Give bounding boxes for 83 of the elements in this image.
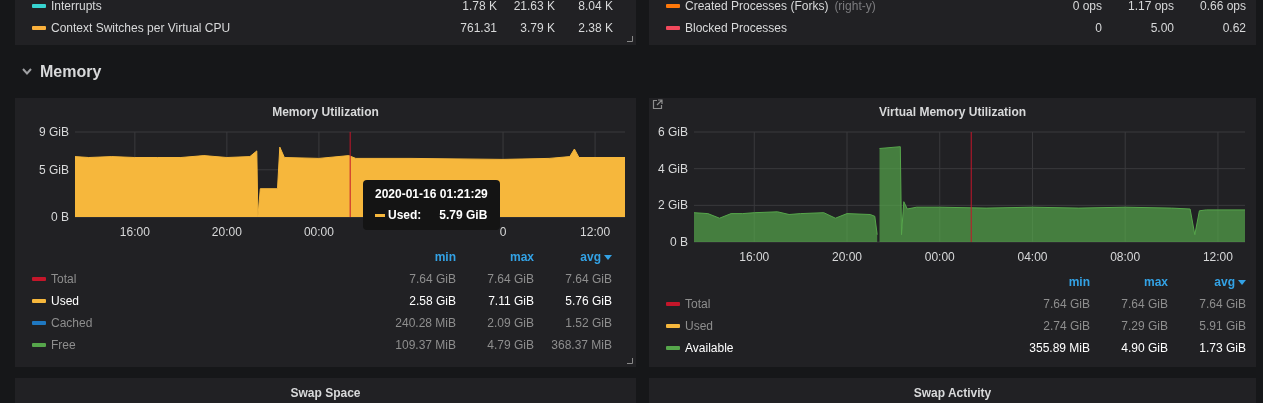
legend-value: 7.11 GiB <box>487 294 534 308</box>
axis-label: 4 GiB <box>658 161 688 176</box>
legend-value: 240.28 MiB <box>394 316 456 330</box>
series-name[interactable]: Free <box>51 338 76 352</box>
legend-value: 4.90 GiB <box>1120 341 1168 355</box>
tooltip-series: Used: <box>388 208 422 222</box>
column-header[interactable]: max <box>1090 275 1168 289</box>
column-header[interactable]: avg <box>534 250 612 264</box>
axis-label: 04:00 <box>1017 250 1048 264</box>
series-name[interactable]: Used <box>685 319 713 333</box>
legend-value: 1.78 K <box>461 0 497 13</box>
axis-label: 0 <box>499 225 507 239</box>
legend-value: 1.52 GiB <box>564 316 612 330</box>
sort-descending-icon <box>604 254 612 260</box>
axis-label: 16:00 <box>739 250 770 264</box>
column-header[interactable]: max <box>456 250 534 264</box>
column-header[interactable]: avg <box>1168 275 1246 289</box>
legend-value: 761.31 <box>459 21 497 35</box>
series-name[interactable]: Cached <box>51 316 93 330</box>
resize-handle-icon[interactable] <box>627 358 633 364</box>
legend-value: 7.64 GiB <box>408 272 456 286</box>
tooltip-value: 5.79 GiB <box>439 208 488 222</box>
chevron-down-icon[interactable] <box>22 68 32 75</box>
legend-value: 5.00 <box>1149 21 1174 35</box>
axis-label: 0 B <box>670 235 688 249</box>
legend-value: 7.64 GiB <box>486 272 534 286</box>
axis-label: 2 GiB <box>658 198 688 213</box>
legend-value: 5.91 GiB <box>1198 319 1246 333</box>
axis-label: 9 GiB <box>39 125 69 139</box>
legend-value: 1.17 ops <box>1126 0 1174 13</box>
legend-value: 5.76 GiB <box>564 294 612 308</box>
series-name[interactable]: Used <box>51 294 79 308</box>
axis-label: 0 B <box>51 210 69 224</box>
legend-value: 2.58 GiB <box>408 294 456 308</box>
axis-label: 12:00 <box>1202 250 1233 264</box>
row-title[interactable]: Memory <box>40 62 102 81</box>
legend-value: 21.63 K <box>512 0 555 13</box>
legend-value: 4.79 GiB <box>486 338 534 352</box>
axis-label: 20:00 <box>211 225 242 239</box>
column-header[interactable]: min <box>378 250 456 264</box>
series-name[interactable]: Created Processes (Forks) <box>685 0 829 13</box>
external-link-icon[interactable] <box>652 99 663 110</box>
legend-value: 7.64 GiB <box>1042 297 1090 311</box>
legend-value: 368.37 MiB <box>550 338 612 352</box>
legend-value: 7.64 GiB <box>1120 297 1168 311</box>
series-name[interactable]: Interrupts <box>51 0 102 13</box>
legend-value: 2.38 K <box>577 21 613 35</box>
series-name[interactable]: Total <box>685 297 711 311</box>
panel-title: Swap Activity <box>912 385 993 402</box>
legend-value: 7.64 GiB <box>564 272 612 286</box>
axis-note: (right-y) <box>834 0 876 13</box>
series-name[interactable]: Context Switches per Virtual CPU <box>51 21 231 35</box>
axis-label: 20:00 <box>832 250 863 264</box>
legend-value: 1.73 GiB <box>1198 341 1246 355</box>
column-header[interactable]: min <box>1012 275 1090 289</box>
panel-title: Memory Utilization <box>271 104 380 121</box>
legend-value: 0.62 <box>1221 21 1246 35</box>
legend-value: 7.64 GiB <box>1198 297 1246 311</box>
axis-label: 16:00 <box>119 225 150 239</box>
axis-label: 00:00 <box>924 250 955 264</box>
legend-value: 0.66 ops <box>1198 0 1246 13</box>
series-name[interactable]: Blocked Processes <box>685 21 788 35</box>
series-name[interactable]: Available <box>685 341 734 355</box>
series-name[interactable]: Total <box>51 272 77 286</box>
axis-label: 6 GiB <box>658 125 688 139</box>
axis-label: 08:00 <box>1110 250 1141 264</box>
axis-label: 12:00 <box>580 225 611 239</box>
axis-label: 00:00 <box>303 225 334 239</box>
sort-descending-icon <box>1238 279 1246 285</box>
legend-value: 2.74 GiB <box>1042 319 1090 333</box>
legend-value: 2.09 GiB <box>486 316 534 330</box>
axis-label: 5 GiB <box>39 162 69 177</box>
tooltip-time: 2020-01-16 01:21:29 <box>375 187 488 201</box>
legend-value: 7.29 GiB <box>1120 319 1168 333</box>
resize-handle-icon[interactable] <box>627 36 633 42</box>
legend-value: 109.37 MiB <box>394 338 456 352</box>
panel-title: Swap Space <box>289 385 362 402</box>
legend-value: 0 ops <box>1071 0 1102 13</box>
panel-title: Virtual Memory Utilization <box>877 104 1028 121</box>
legend-value: 0 <box>1094 21 1102 35</box>
legend-value: 3.79 K <box>519 21 555 35</box>
legend-value: 355.89 MiB <box>1028 341 1090 355</box>
legend-value: 8.04 K <box>577 0 613 13</box>
